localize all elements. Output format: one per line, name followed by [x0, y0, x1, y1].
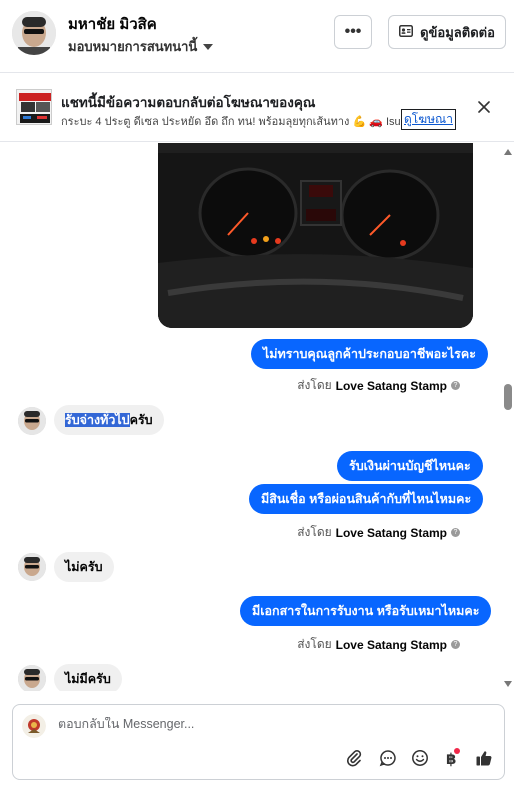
- contact-avatar[interactable]: [12, 11, 56, 55]
- messenger-conversation: มหาชัย มิวสิค มอบหมายการสนทนานี้ ••• ดูข…: [0, 0, 514, 790]
- attach-icon[interactable]: [343, 747, 365, 769]
- sent-by-label: ส่งโดย Love Satang Stamp ?: [297, 376, 460, 395]
- scroll-down-arrow-icon[interactable]: [504, 681, 512, 687]
- sent-by-prefix: ส่งโดย: [297, 637, 332, 651]
- sent-by-name: Love Satang Stamp: [335, 637, 447, 652]
- chat-scrollbar[interactable]: [501, 143, 514, 691]
- sent-by-name: Love Satang Stamp: [335, 525, 447, 540]
- message-list[interactable]: ไม่ทราบคุณลูกค้าประกอบอาชีพอะไรคะ ส่งโดย…: [0, 143, 500, 691]
- ad-description: กระบะ 4 ประตู ดีเซล ประหยัด อึด ถึก ทน! …: [61, 116, 401, 128]
- view-ad-link[interactable]: ดูโฆษณา: [401, 109, 456, 130]
- sent-by-name: Love Satang Stamp: [335, 378, 447, 393]
- outgoing-message[interactable]: ไม่ทราบคุณลูกค้าประกอบอาชีพอะไรคะ: [251, 339, 488, 369]
- scroll-up-arrow-icon[interactable]: [504, 149, 512, 155]
- ad-banner-title: แชทนี้มีข้อความตอบกลับต่อโฆษณาของคุณ: [61, 95, 316, 110]
- contact-avatar-small[interactable]: [18, 553, 46, 581]
- ad-reply-banner: แชทนี้มีข้อความตอบกลับต่อโฆษณาของคุณ กระ…: [0, 74, 514, 142]
- outgoing-message[interactable]: รับเงินผ่านบัญชีไหนคะ: [337, 451, 483, 481]
- more-icon: •••: [344, 23, 362, 40]
- sent-by-prefix: ส่งโดย: [297, 378, 332, 392]
- sent-by-label: ส่งโดย Love Satang Stamp ?: [297, 635, 460, 654]
- baht-icon[interactable]: ฿: [441, 747, 463, 769]
- contact-avatar-small[interactable]: [18, 407, 46, 435]
- sent-by-label: ส่งโดย Love Satang Stamp ?: [297, 523, 460, 542]
- close-icon[interactable]: [474, 97, 494, 117]
- contact-avatar-small[interactable]: [18, 665, 46, 691]
- outgoing-message[interactable]: มีสินเชื่อ หรือผ่อนสินค้ากับที่ไหนไหมคะ: [249, 484, 484, 514]
- incoming-message[interactable]: ไม่ครับ: [54, 552, 114, 582]
- contact-card-icon: [399, 24, 414, 40]
- like-icon[interactable]: [473, 747, 495, 769]
- assign-conversation-dropdown[interactable]: มอบหมายการสนทนานี้: [68, 36, 214, 57]
- contact-name: มหาชัย มิวสิค: [68, 16, 157, 33]
- reply-composer: ฿: [12, 704, 505, 780]
- incoming-message-text: ครับ: [129, 413, 153, 427]
- view-contact-info-label: ดูข้อมูลติดต่อ: [420, 24, 495, 40]
- ad-thumbnail: [16, 89, 52, 125]
- reply-input[interactable]: [58, 717, 478, 731]
- conversation-header: มหาชัย มิวสิค มอบหมายการสนทนานี้ ••• ดูข…: [0, 0, 514, 73]
- assign-conversation-label: มอบหมายการสนทนานี้: [68, 39, 198, 54]
- info-icon[interactable]: ?: [451, 381, 460, 390]
- incoming-message[interactable]: รับจ่างทั่วไปครับ: [54, 405, 164, 435]
- caret-down-icon: [203, 43, 214, 50]
- dashboard-photo-message[interactable]: [158, 143, 473, 328]
- page-avatar: [22, 714, 46, 738]
- emoji-icon[interactable]: [409, 747, 431, 769]
- info-icon[interactable]: ?: [451, 528, 460, 537]
- selected-text: รับจ่างทั่วไป: [65, 413, 130, 427]
- saved-reply-icon[interactable]: [377, 747, 399, 769]
- view-contact-info-button[interactable]: ดูข้อมูลติดต่อ: [388, 15, 506, 49]
- incoming-message[interactable]: ไม่มีครับ: [54, 664, 122, 691]
- scrollbar-thumb[interactable]: [504, 384, 512, 410]
- info-icon[interactable]: ?: [451, 640, 460, 649]
- more-options-button[interactable]: •••: [334, 15, 372, 49]
- sent-by-prefix: ส่งโดย: [297, 525, 332, 539]
- outgoing-message[interactable]: มีเอกสารในการรับงาน หรือรับเหมาไหมคะ: [240, 596, 492, 626]
